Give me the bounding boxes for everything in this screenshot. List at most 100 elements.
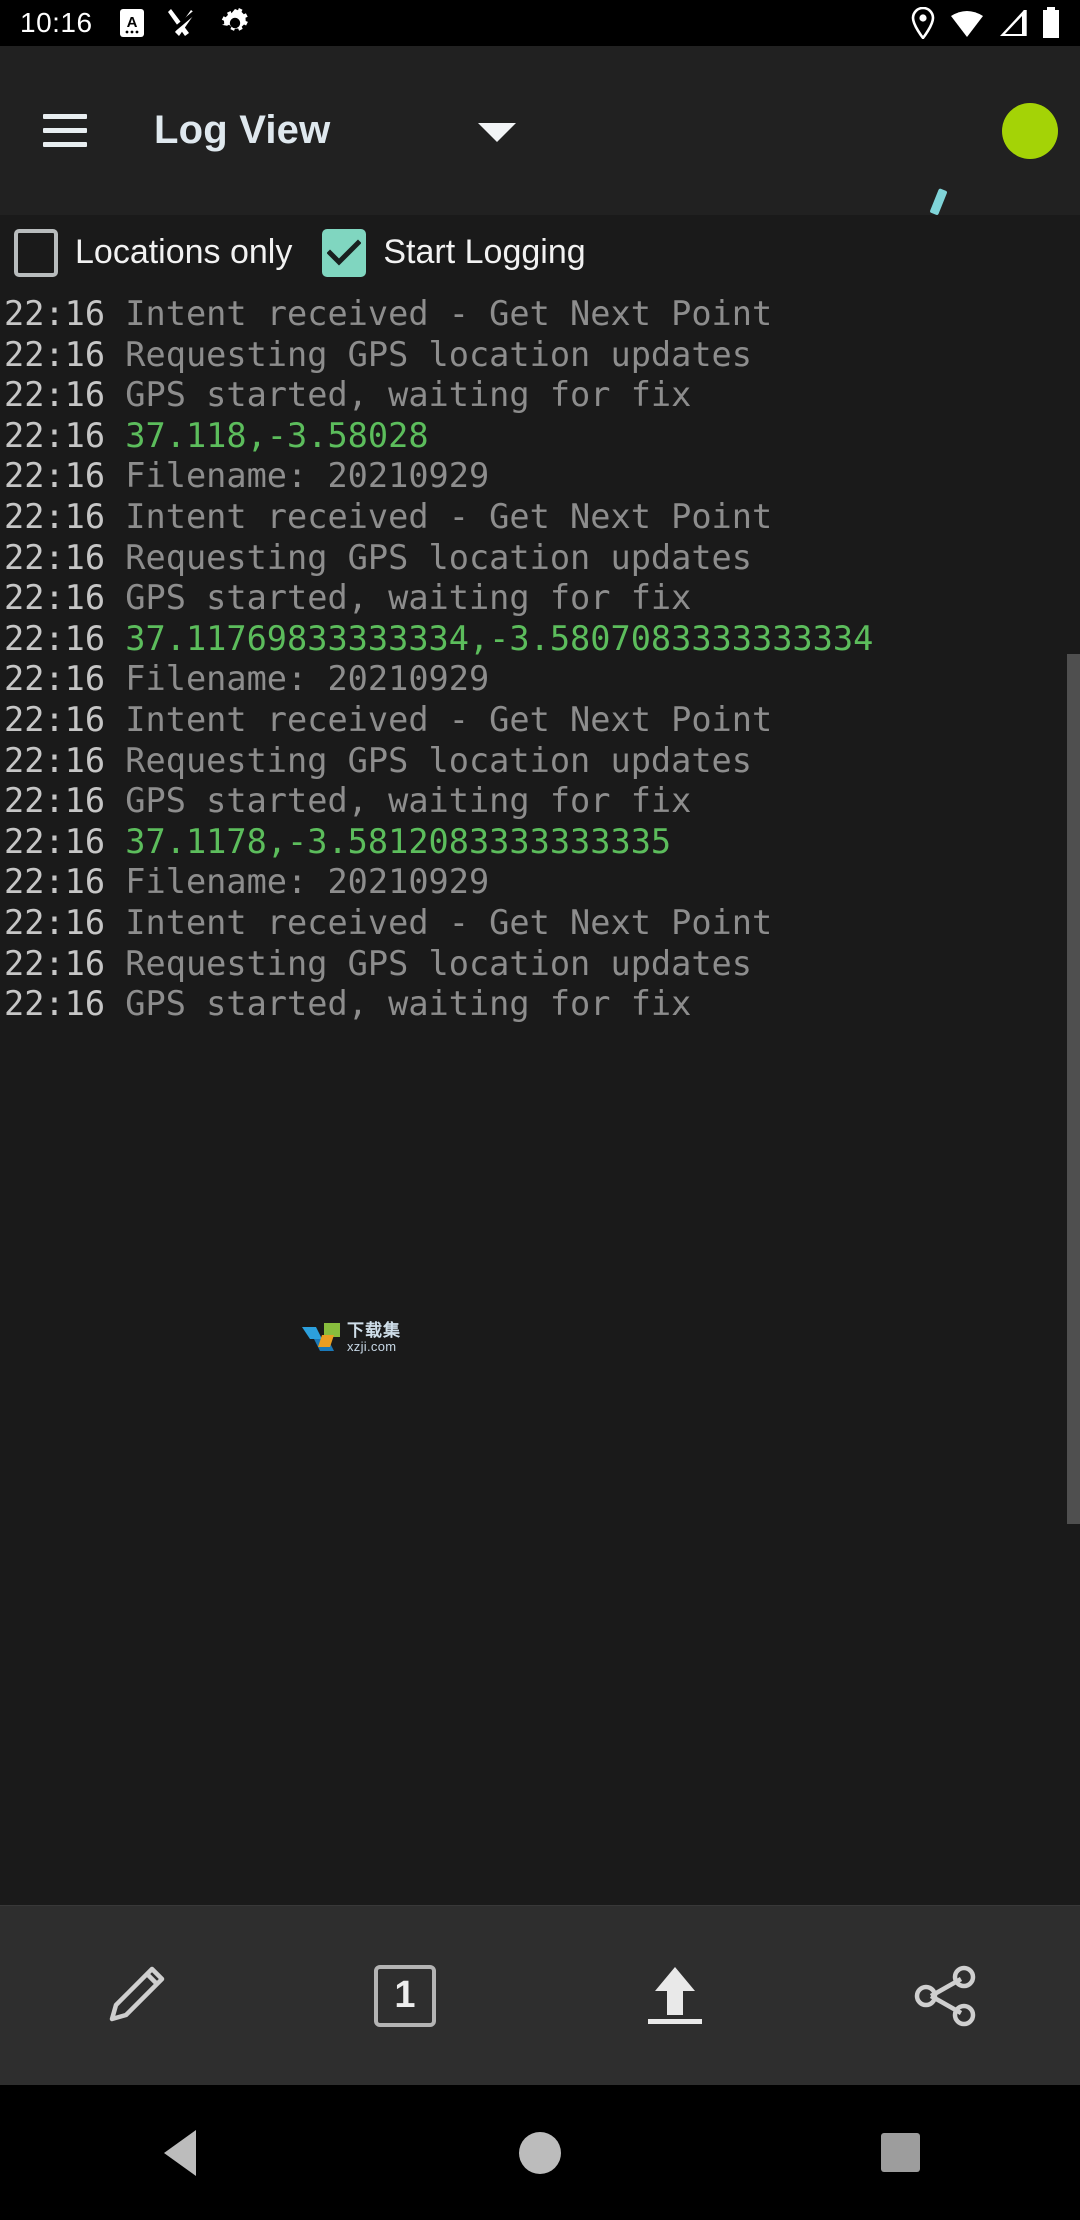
signal-icon [1000,10,1027,36]
log-line: 22:16 Filename: 20210929 [4,456,1078,497]
watermark-logo-icon [302,1323,340,1351]
chevron-down-icon[interactable] [478,123,517,142]
log-timestamp: 22:16 [4,984,126,1024]
log-line: 22:16 Requesting GPS location updates [4,538,1078,579]
log-message: Requesting GPS location updates [125,334,752,374]
watermark-url: xzji.com [347,1338,397,1354]
app-bar: Log View [0,46,1080,215]
system-navigation-bar [0,2085,1080,2220]
locations-only-label: Locations only [75,233,293,271]
log-message: Filename: 20210929 [125,456,490,496]
edit-pencil-icon [109,1966,165,2021]
log-message: GPS started, waiting for fix [125,781,692,821]
check-icon [327,238,362,266]
start-logging-checkbox-box[interactable] [322,228,367,277]
log-line: 22:16 Intent received - Get Next Point [4,700,1078,741]
hamburger-bar-3 [43,142,87,147]
log-message: Intent received - Get Next Point [125,496,773,536]
status-bar: 10:16 A [0,0,1080,46]
log-timestamp: 22:16 [4,781,126,821]
log-output-area[interactable]: 22:16 Intent received - Get Next Point 22… [0,290,1080,1905]
upload-button[interactable] [585,1906,765,2086]
home-circle-icon [519,2131,561,2174]
log-line: 22:16 37.1178,-3.5812083333333335 [4,822,1078,863]
log-message: Requesting GPS location updates [125,740,752,780]
hamburger-bar-2 [43,128,87,133]
scissors-off-icon [167,9,197,36]
log-timestamp: 22:16 [4,334,126,374]
recents-square-icon [880,2133,920,2172]
log-timestamp: 22:16 [4,740,126,780]
log-message: GPS started, waiting for fix [125,375,692,415]
checkbox-locations-only[interactable]: Locations only [14,228,293,277]
nav-home-button[interactable] [450,2085,630,2220]
log-timestamp: 22:16 [4,456,126,496]
log-coordinate: 37.11769833333334,-3.5807083333333334 [125,618,874,658]
wifi-icon [951,11,983,37]
log-timestamp: 22:16 [4,862,126,902]
log-timestamp: 22:16 [4,537,126,577]
bottom-toolbar: 1 [0,1905,1080,2085]
battery-icon [1043,7,1059,38]
page-title: Log View [154,108,331,152]
log-line: 22:16 37.11769833333334,-3.5807083333333… [4,619,1078,660]
log-scrollbar-track[interactable] [1067,472,1080,1885]
log-coordinate: 37.118,-3.58028 [125,415,429,455]
share-button[interactable] [855,1906,1035,2086]
log-message: Requesting GPS location updates [125,537,752,577]
locations-only-checkbox-box[interactable] [14,228,58,277]
log-line: 22:16 Requesting GPS location updates [4,335,1078,376]
log-message: Requesting GPS location updates [125,943,752,983]
log-timestamp: 22:16 [4,821,126,861]
log-message: GPS started, waiting for fix [125,578,692,618]
page-count-button[interactable]: 1 [315,1906,495,2086]
log-line: 22:16 GPS started, waiting for fix [4,984,1078,1025]
edit-button[interactable] [45,1906,225,2086]
log-timestamp: 22:16 [4,375,126,415]
log-line: 22:16 Requesting GPS location updates [4,741,1078,782]
log-line: 22:16 Intent received - Get Next Point [4,903,1078,944]
log-message: Intent received - Get Next Point [125,699,773,739]
log-scrollbar-thumb[interactable] [1067,654,1080,1524]
location-pin-icon [911,7,935,39]
gear-icon [221,8,248,31]
status-clock: 10:16 [20,7,93,38]
log-coordinate: 37.1178,-3.5812083333333335 [125,821,672,861]
start-logging-label: Start Logging [383,233,586,271]
gps-status-dot[interactable] [1002,102,1058,159]
log-line: 22:16 GPS started, waiting for fix [4,578,1078,619]
upload-icon [648,1966,702,2024]
checkbox-start-logging[interactable]: Start Logging [322,228,586,277]
log-timestamp: 22:16 [4,902,126,942]
watermark-text: 下载集 xzji.com [347,1321,401,1354]
log-timestamp: 22:16 [4,618,126,658]
log-timestamp: 22:16 [4,659,126,699]
nav-back-button[interactable] [90,2085,270,2220]
log-line: 22:16 GPS started, waiting for fix [4,375,1078,416]
share-icon [914,1965,976,2026]
log-line: 22:16 Filename: 20210929 [4,862,1078,903]
log-line: 22:16 Intent received - Get Next Point [4,294,1078,335]
watermark: 下载集 xzji.com [300,1312,460,1362]
hamburger-bar-1 [43,114,87,119]
nav-recents-button[interactable] [810,2085,990,2220]
svg-text:A: A [126,14,137,31]
a-badge-icon: A [119,9,144,37]
satellite-indicator-icon [930,188,947,215]
log-line: 22:16 Filename: 20210929 [4,659,1078,700]
log-timestamp: 22:16 [4,699,126,739]
log-line: 22:16 GPS started, waiting for fix [4,781,1078,822]
page-count-box: 1 [374,1964,436,2027]
log-timestamp: 22:16 [4,294,126,333]
back-triangle-icon [164,2129,196,2176]
status-right-icons [910,0,1060,46]
page-count-label: 1 [394,1974,416,2016]
log-line-list: 22:16 Intent received - Get Next Point 22… [4,290,1078,1025]
log-message: Intent received - Get Next Point [125,902,773,942]
log-timestamp: 22:16 [4,943,126,983]
log-line: 22:16 Intent received - Get Next Point [4,497,1078,538]
log-timestamp: 22:16 [4,578,126,618]
watermark-title: 下载集 [347,1320,401,1340]
hamburger-menu-icon[interactable] [32,98,98,164]
options-row: Locations only Start Logging [0,215,1080,290]
